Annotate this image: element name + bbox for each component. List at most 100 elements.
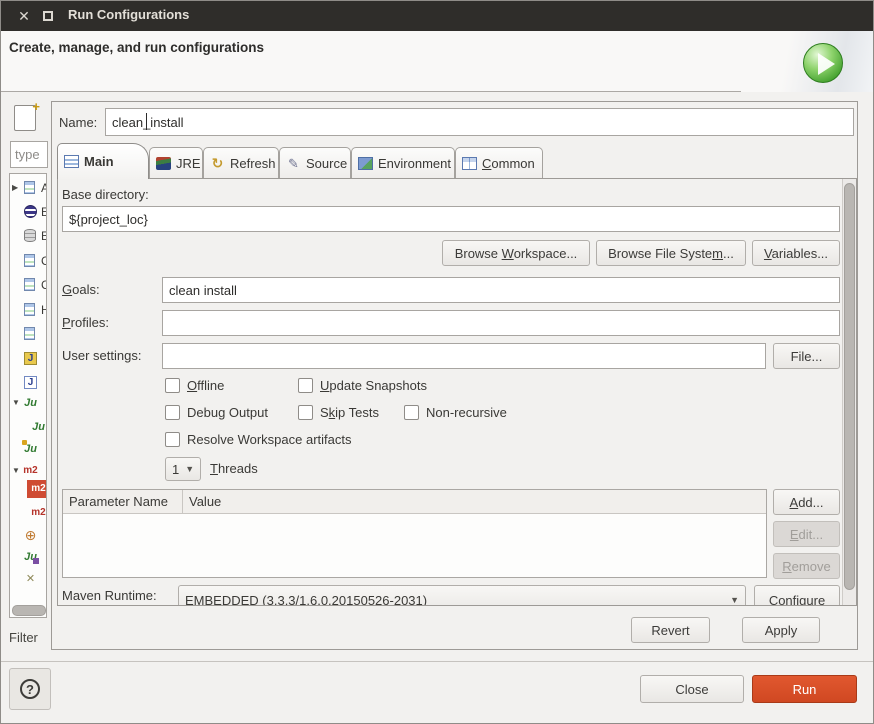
osgi-target-icon: ⊕ [24, 526, 37, 543]
window-title: Run Configurations [68, 7, 190, 22]
close-button[interactable]: Close [640, 675, 744, 703]
dialog-header: Create, manage, and run configurations [1, 31, 873, 92]
apply-button[interactable]: Apply [742, 617, 820, 643]
maven-runtime-dropdown[interactable]: EMBEDDED (3.3.3/1.6.0.20150526-2031) ▼ [178, 585, 746, 605]
application-icon [24, 303, 35, 316]
tab-label: JRE [176, 155, 201, 171]
type-filter-input[interactable] [10, 141, 48, 168]
profiles-input[interactable] [162, 310, 840, 336]
close-window-icon[interactable]: ✕ [15, 7, 33, 25]
tree-item-junit-plugin[interactable]: Ju [10, 439, 46, 459]
source-pencil-icon: ✎ [288, 155, 299, 171]
expand-arrow-icon[interactable]: ▶ [12, 178, 18, 198]
maximize-window-icon[interactable] [43, 11, 53, 21]
skip-tests-checkbox[interactable] [298, 405, 313, 420]
dialog-title: Create, manage, and run configurations [9, 40, 265, 55]
remove-button[interactable]: Remove [773, 553, 840, 579]
add-button[interactable]: Add... [773, 489, 840, 515]
threads-label: Threads [210, 461, 258, 476]
tree-item[interactable]: H [10, 300, 46, 320]
horizontal-scrollbar-thumb[interactable] [12, 605, 46, 616]
base-directory-input[interactable] [62, 206, 840, 232]
tab-label: Refresh [230, 155, 276, 171]
file-button[interactable]: File... [773, 343, 840, 369]
user-settings-input[interactable] [162, 343, 766, 369]
play-triangle [818, 53, 835, 75]
refresh-icon: ↻ [211, 154, 224, 171]
collapse-arrow-icon[interactable]: ▼ [12, 461, 20, 481]
tree-item-application[interactable]: ▶A [10, 178, 46, 198]
tree-item-database[interactable]: E [10, 226, 46, 246]
java-applet-icon: J [24, 352, 37, 365]
tree-item-maven-build[interactable]: ▼ m2 [10, 461, 46, 481]
application-icon [24, 254, 35, 267]
maven-icon: m2 [31, 506, 46, 518]
tree-item-java-application[interactable]: J [10, 373, 46, 393]
debug-output-checkbox[interactable] [165, 405, 180, 420]
run-button[interactable]: Run [752, 675, 857, 703]
offline-label: Offline [187, 378, 225, 393]
application-icon [24, 181, 35, 194]
junit-icon: Ju [24, 396, 37, 409]
chevron-down-icon: ▼ [185, 464, 195, 474]
tab-source[interactable]: ✎ Source [279, 147, 351, 178]
run-play-icon [803, 43, 843, 83]
column-value[interactable]: Value [183, 490, 227, 513]
browse-file-system-button[interactable]: Browse File System... [596, 240, 746, 266]
maven-icon: m2 [23, 464, 38, 476]
junit-plugin-icon: Ju [22, 440, 37, 455]
name-label: Name: [59, 115, 98, 130]
tree-item-junit[interactable]: ▼ Ju [10, 393, 46, 413]
jre-library-icon [156, 156, 171, 170]
help-icon: ? [20, 679, 40, 699]
tree-item-task-context[interactable]: Ju [10, 547, 46, 567]
tree-item-java-applet[interactable]: J [10, 349, 46, 369]
vertical-scrollbar-thumb[interactable] [844, 183, 855, 590]
help-button[interactable]: ? [9, 668, 51, 710]
tree-item[interactable] [10, 324, 46, 344]
update-snapshots-label: Update Snapshots [320, 378, 427, 393]
collapse-arrow-icon[interactable]: ▼ [12, 393, 20, 413]
tab-label: Source [306, 155, 348, 171]
parameters-table[interactable]: Parameter Name Value [62, 489, 767, 578]
tree-item[interactable]: C [10, 251, 46, 271]
tree-item-osgi[interactable]: ⊕ [10, 525, 46, 545]
new-launch-config-button[interactable]: + [14, 99, 40, 131]
tab-jre[interactable]: JRE [149, 147, 203, 178]
tab-refresh[interactable]: ↻ Refresh [203, 147, 279, 178]
tree-item-xsl[interactable]: ✕ [10, 569, 46, 589]
revert-button[interactable]: Revert [631, 617, 710, 643]
task-context-test-icon: Ju [24, 550, 39, 564]
footer-divider [1, 661, 873, 662]
application-icon [24, 327, 35, 340]
tree-item-maven-child[interactable]: m2 [10, 503, 46, 523]
update-snapshots-checkbox[interactable] [298, 378, 313, 393]
non-recursive-label: Non-recursive [426, 405, 507, 420]
tree-item-junit-child[interactable]: Ju [10, 417, 46, 437]
name-input[interactable] [105, 108, 854, 136]
browse-workspace-button[interactable]: Browse Workspace... [442, 240, 590, 266]
chevron-down-icon: ▼ [730, 595, 739, 605]
tab-label: Main [84, 154, 114, 169]
goals-input[interactable] [162, 277, 840, 303]
user-settings-label: User settings: [62, 348, 142, 363]
configure-button[interactable]: Configure [754, 585, 840, 605]
tab-main[interactable]: Main [57, 143, 149, 179]
column-parameter-name[interactable]: Parameter Name [63, 490, 183, 513]
variables-button[interactable]: Variables... [752, 240, 840, 266]
tree-item-eclipse[interactable]: E [10, 202, 46, 222]
debug-output-label: Debug Output [187, 405, 268, 420]
offline-checkbox[interactable] [165, 378, 180, 393]
tab-common[interactable]: Common [455, 147, 543, 178]
parameters-table-header: Parameter Name Value [63, 490, 766, 514]
tab-environment[interactable]: Environment [351, 147, 455, 178]
tree-item[interactable]: C [10, 275, 46, 295]
resolve-workspace-artifacts-checkbox[interactable] [165, 432, 180, 447]
plus-icon: + [32, 99, 40, 114]
xsl-icon: ✕ [25, 572, 36, 585]
tree-item-selected-config[interactable]: m2 [10, 480, 46, 498]
edit-button[interactable]: Edit... [773, 521, 840, 547]
common-table-icon [462, 156, 477, 170]
non-recursive-checkbox[interactable] [404, 405, 419, 420]
threads-dropdown[interactable]: 1 ▼ [165, 457, 201, 481]
